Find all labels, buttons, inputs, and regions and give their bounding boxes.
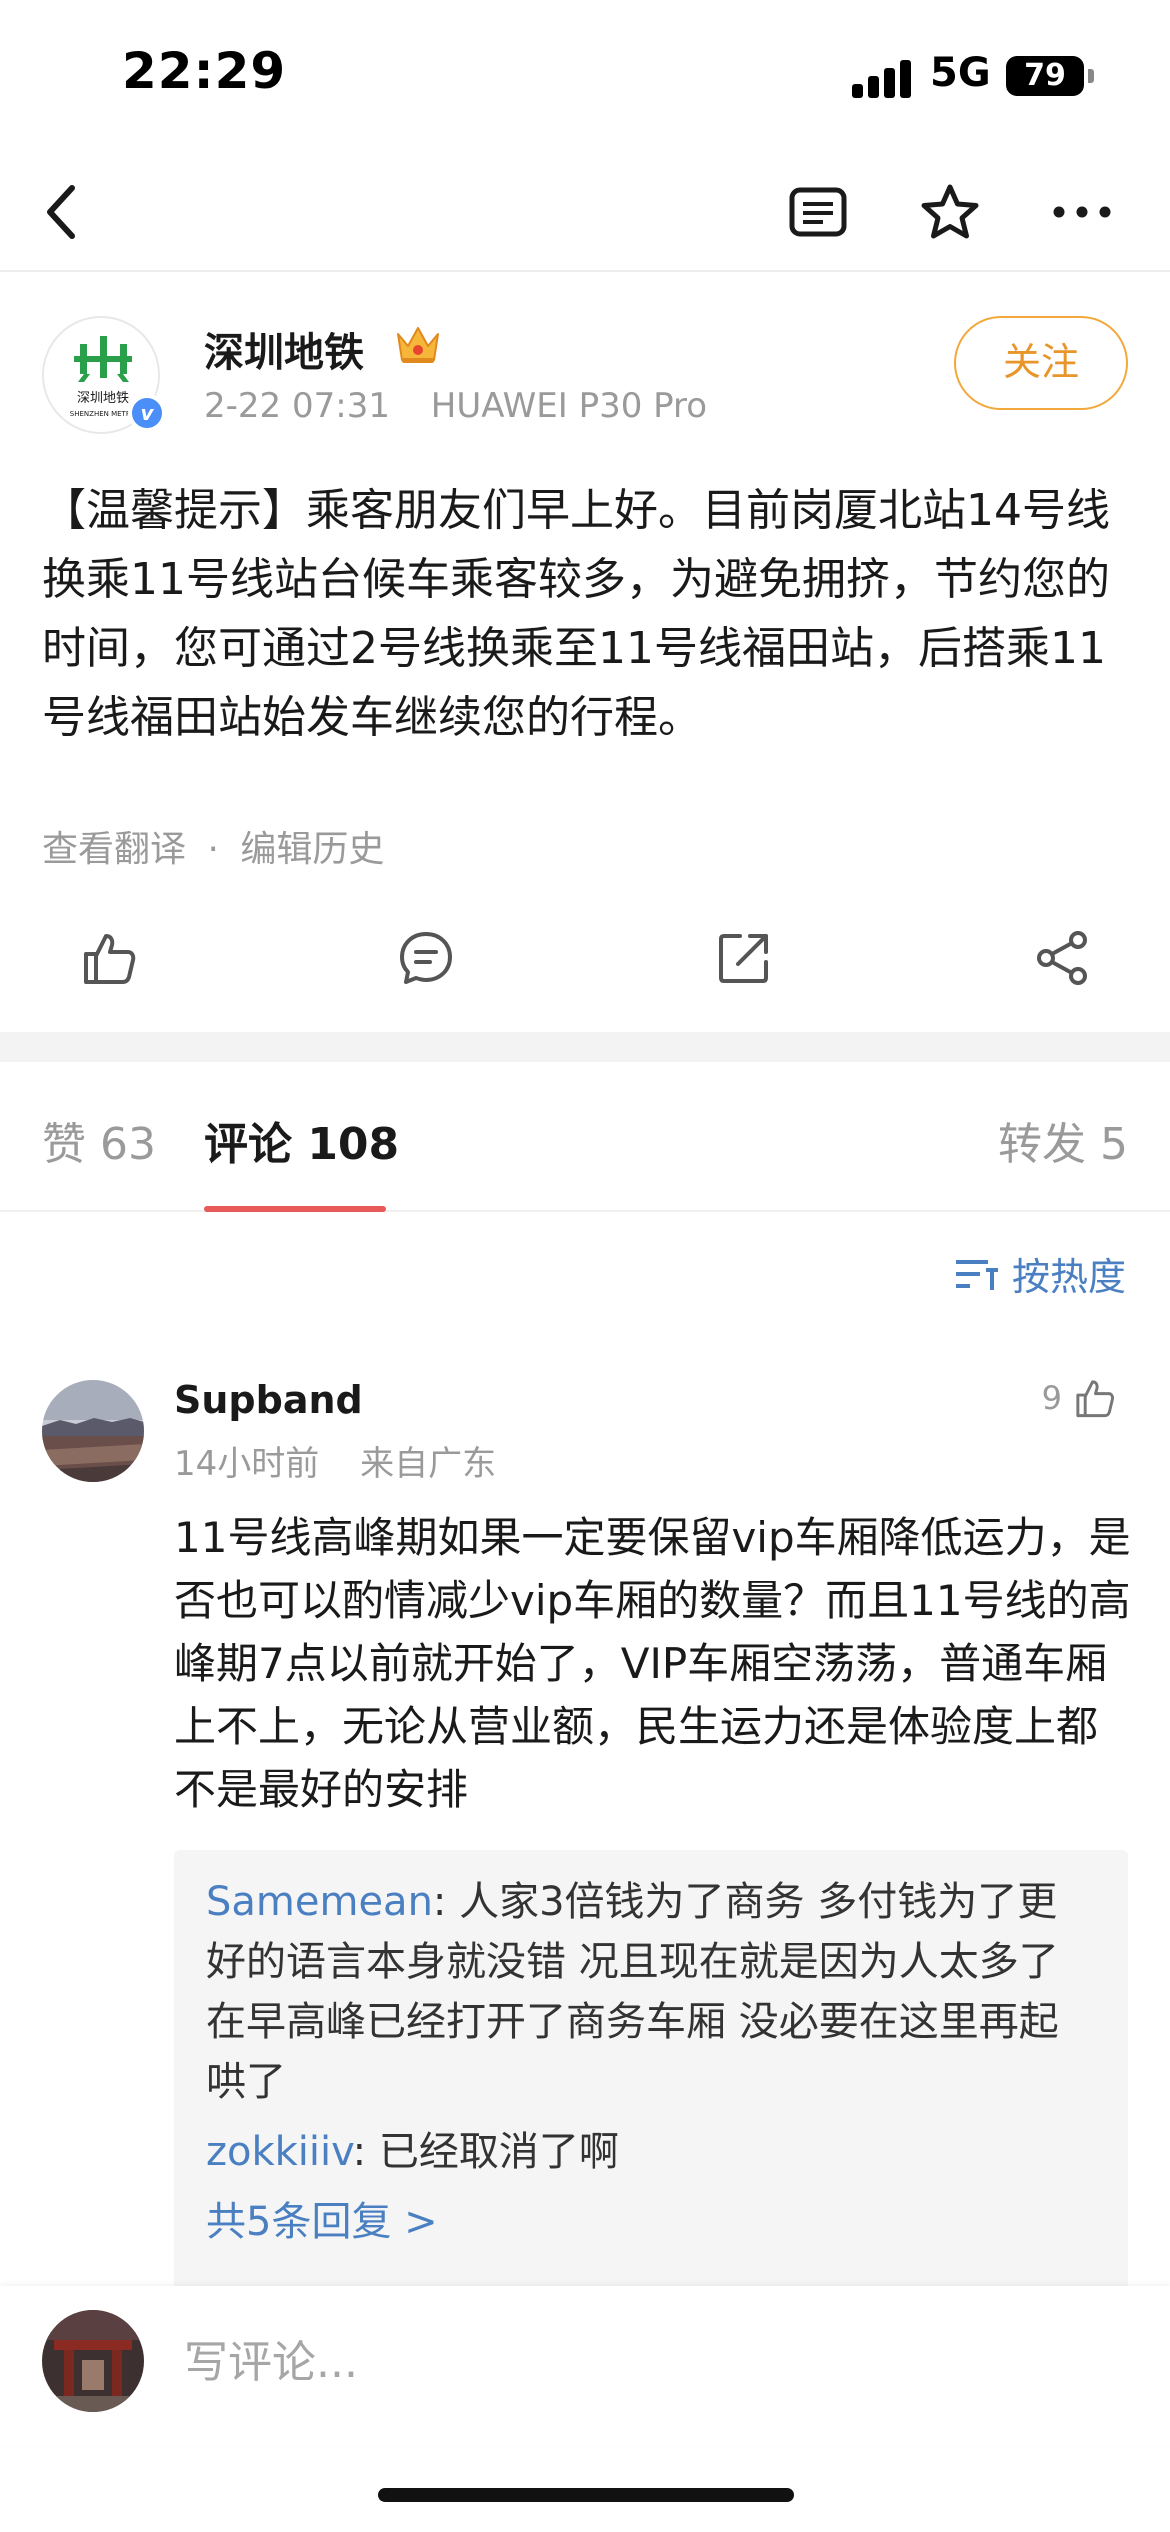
like-icon[interactable] xyxy=(78,928,138,988)
tab-likes[interactable]: 赞 63 xyxy=(42,1108,156,1172)
comment-icon[interactable] xyxy=(396,928,456,988)
sort-button[interactable]: 按热度 xyxy=(954,1246,1126,1301)
reply-item: Samemean: 人家3倍钱为了商务 多付钱为了更好的语言本身就没错 况且现在… xyxy=(206,1872,1096,2112)
verified-badge-icon: v xyxy=(128,394,166,432)
active-tab-indicator xyxy=(204,1206,386,1212)
post-actions xyxy=(0,910,1170,1000)
svg-text:SHENZHEN METRO: SHENZHEN METRO xyxy=(70,410,137,418)
comment-body: 11号线高峰期如果一定要保留vip车厢降低运力，是否也可以酌情减少vip车厢的数… xyxy=(174,1513,1131,1814)
comment-meta: 14小时前 来自广东 xyxy=(174,1436,496,1485)
reply-box[interactable]: Samemean: 人家3倍钱为了商务 多付钱为了更好的语言本身就没错 况且现在… xyxy=(174,1850,1128,2290)
section-divider xyxy=(0,1032,1170,1062)
signal-icon xyxy=(852,58,916,98)
tab-comments[interactable]: 评论 108 xyxy=(204,1108,399,1172)
more-icon[interactable] xyxy=(1050,180,1114,244)
thumbs-up-icon xyxy=(1076,1380,1114,1418)
post-tabs: 赞 63 评论 108 转发 5 xyxy=(0,1062,1170,1212)
repost-icon[interactable] xyxy=(714,928,774,988)
my-avatar[interactable] xyxy=(42,2310,144,2412)
sort-icon xyxy=(955,1259,998,1290)
post-device: HUAWEI P30 Pro xyxy=(430,386,708,426)
post-links: 查看翻译 · 编辑历史 xyxy=(42,820,384,872)
home-indicator xyxy=(378,2488,794,2502)
reply-username[interactable]: zokkiiiv xyxy=(206,2129,353,2175)
article-icon[interactable] xyxy=(786,180,850,244)
battery-tip xyxy=(1088,69,1094,83)
post-meta: 2-22 07:31 HUAWEI P30 Pro xyxy=(204,386,707,426)
post-author[interactable]: 深圳地铁 xyxy=(204,320,364,378)
reply-text: : 已经取消了啊 xyxy=(352,2129,619,2175)
follow-button[interactable]: 关注 xyxy=(954,316,1128,410)
tab-reposts[interactable]: 转发 5 xyxy=(998,1108,1128,1172)
status-bar: 22:29 5G 79 xyxy=(0,0,1170,150)
commenter-avatar[interactable] xyxy=(42,1380,144,1482)
comment-composer: 写评论... xyxy=(0,2286,1170,2446)
translate-link[interactable]: 查看翻译 xyxy=(42,829,186,870)
sort-label: 按热度 xyxy=(1011,1255,1126,1299)
comment-username[interactable]: Supband xyxy=(174,1378,363,1422)
back-icon[interactable] xyxy=(30,180,94,244)
post-body: 【温馨提示】乘客朋友们早上好。目前岗厦北站14号线换乘11号线站台候车乘客较多，… xyxy=(42,485,1110,743)
more-replies-link[interactable]: 共5条回复 > xyxy=(206,2192,1096,2252)
edit-history-link[interactable]: 编辑历史 xyxy=(240,829,384,870)
comment-time: 14小时前 xyxy=(174,1444,320,1484)
star-icon[interactable] xyxy=(918,180,982,244)
comment-like-button[interactable]: 9 xyxy=(1042,1376,1116,1420)
battery-icon: 79 xyxy=(1006,56,1084,96)
svg-text:深圳地铁: 深圳地铁 xyxy=(77,391,129,406)
comment-input[interactable]: 写评论... xyxy=(184,2326,358,2390)
nav-bar xyxy=(0,150,1170,272)
post-time: 2-22 07:31 xyxy=(204,386,390,426)
reply-username[interactable]: Samemean xyxy=(206,1879,433,1925)
link-separator: · xyxy=(207,829,219,870)
comment-location: 来自广东 xyxy=(360,1444,497,1484)
reply-item: zokkiiiv: 已经取消了啊 xyxy=(206,2122,1096,2182)
status-time: 22:29 xyxy=(122,42,287,100)
share-icon[interactable] xyxy=(1032,928,1092,988)
network-label: 5G xyxy=(930,50,991,96)
crown-icon xyxy=(394,322,442,366)
comment-like-count: 9 xyxy=(1041,1379,1062,1417)
